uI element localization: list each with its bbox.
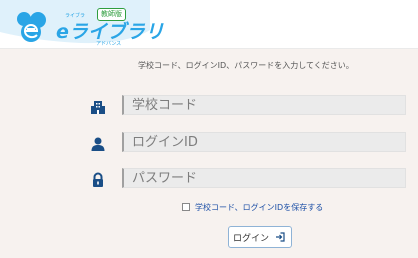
school-code-input[interactable] — [122, 95, 406, 115]
edition-badge: 教師版 — [97, 8, 126, 21]
header: ライブラ eライブラリ アドバンス 教師版 — [0, 0, 418, 49]
building-icon — [91, 101, 105, 114]
password-input[interactable] — [122, 168, 406, 188]
logo-ruby-bottom: アドバンス — [96, 41, 122, 47]
login-button[interactable]: ログイン — [228, 226, 292, 248]
login-id-row — [0, 132, 418, 156]
sign-in-icon — [276, 232, 285, 242]
remember-label[interactable]: 学校コード、ログインIDを保存する — [195, 202, 323, 213]
lock-icon — [93, 172, 103, 187]
remember-checkbox[interactable] — [182, 203, 190, 211]
login-button-label: ログイン — [233, 233, 270, 244]
school-code-row — [0, 95, 418, 119]
logo-mark-icon — [17, 12, 46, 42]
password-row — [0, 168, 418, 192]
login-id-input[interactable] — [122, 132, 406, 152]
login-instruction: 学校コード、ログインID、パスワードを入力してください。 — [138, 61, 354, 70]
user-icon — [91, 137, 105, 151]
